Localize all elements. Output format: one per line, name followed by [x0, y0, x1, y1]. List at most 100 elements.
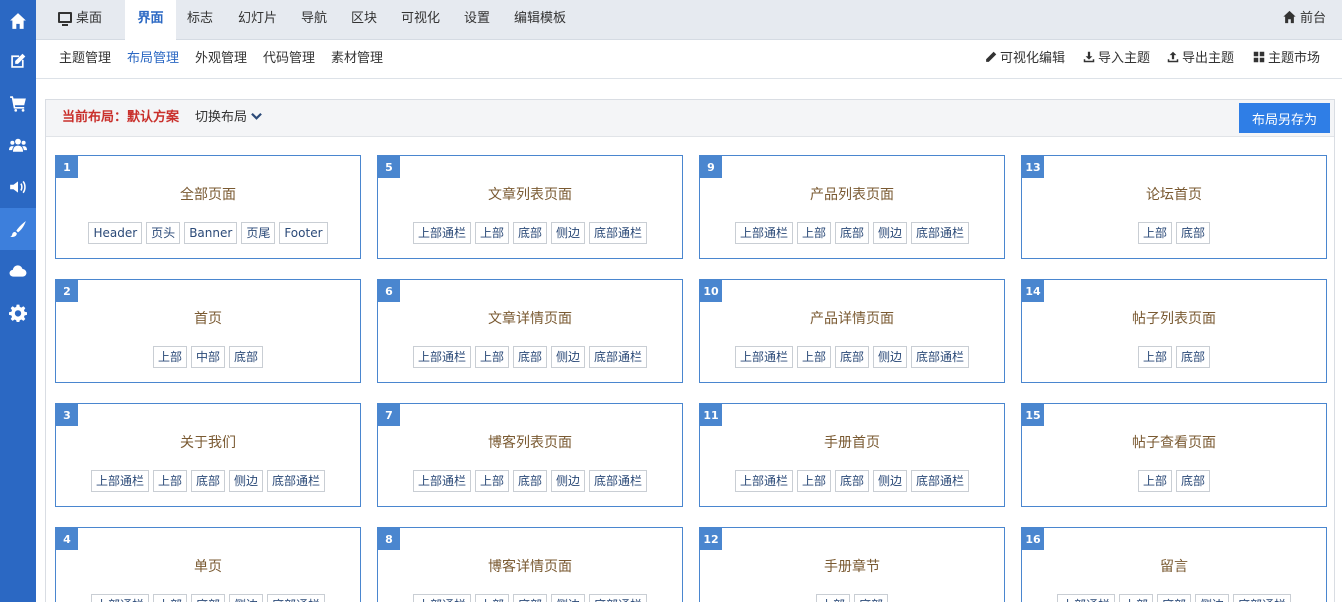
- region-tag[interactable]: 底部: [834, 470, 869, 492]
- region-tag[interactable]: 上部: [796, 346, 831, 368]
- region-tag[interactable]: Header: [88, 222, 143, 244]
- tab-interface[interactable]: 界面: [125, 0, 176, 40]
- tab-slideshow[interactable]: 幻灯片: [238, 0, 277, 40]
- region-tag[interactable]: 上部通栏: [412, 346, 471, 368]
- region-tag[interactable]: 上部: [474, 346, 509, 368]
- region-tag[interactable]: 底部: [1156, 594, 1191, 602]
- layout-card[interactable]: 5 文章列表页面 上部通栏 上部 底部 侧边 底部通栏: [377, 155, 683, 259]
- region-tag[interactable]: 底部: [834, 346, 869, 368]
- region-tag[interactable]: 侧边: [873, 470, 908, 492]
- region-tag[interactable]: 上部: [1137, 346, 1172, 368]
- layout-card[interactable]: 11 手册首页 上部通栏 上部 底部 侧边 底部通栏: [699, 403, 1005, 507]
- layout-card[interactable]: 13 论坛首页 上部 底部: [1021, 155, 1327, 259]
- region-tag[interactable]: 上部: [152, 470, 187, 492]
- region-tag[interactable]: 底部通栏: [1233, 594, 1292, 602]
- layout-card[interactable]: 2 首页 上部 中部 底部: [55, 279, 361, 383]
- region-tag[interactable]: 上部通栏: [90, 594, 149, 602]
- sidebar-item-settings[interactable]: [0, 292, 36, 334]
- region-tag[interactable]: 底部: [512, 222, 547, 244]
- import-theme-button[interactable]: 导入主题: [1083, 40, 1150, 77]
- region-tag[interactable]: 底部: [1176, 470, 1211, 492]
- layout-card[interactable]: 8 博客详情页面上部通栏上部底部侧边底部通栏: [377, 527, 683, 602]
- save-layout-as-button[interactable]: 布局另存为: [1239, 103, 1330, 133]
- tab-edit-template[interactable]: 编辑模板: [514, 0, 566, 40]
- layout-card[interactable]: 6 文章详情页面 上部通栏 上部 底部 侧边 底部通栏: [377, 279, 683, 383]
- region-tag[interactable]: 底部: [1176, 346, 1211, 368]
- region-tag[interactable]: 上部: [1137, 470, 1172, 492]
- region-tag[interactable]: Banner: [184, 222, 238, 244]
- export-theme-button[interactable]: 导出主题: [1167, 40, 1234, 77]
- sidebar-item-members[interactable]: [0, 124, 36, 166]
- region-tag[interactable]: 上部: [1118, 594, 1153, 602]
- region-tag[interactable]: 侧边: [551, 594, 586, 602]
- region-tag[interactable]: 底部通栏: [267, 594, 326, 602]
- sidebar-item-theme[interactable]: [0, 208, 36, 250]
- subnav-theme-manage[interactable]: 主题管理: [59, 40, 111, 77]
- layout-card[interactable]: 15 帖子查看页面 上部 底部: [1021, 403, 1327, 507]
- region-tag[interactable]: 页头: [146, 222, 181, 244]
- region-tag[interactable]: 上部通栏: [734, 222, 793, 244]
- region-tag[interactable]: 底部通栏: [589, 594, 648, 602]
- region-tag[interactable]: 侧边: [873, 346, 908, 368]
- region-tag[interactable]: 上部: [796, 470, 831, 492]
- region-tag[interactable]: 底部通栏: [589, 222, 648, 244]
- region-tag[interactable]: 上部: [152, 346, 187, 368]
- region-tag[interactable]: 底部: [1176, 222, 1211, 244]
- sidebar-item-cloud[interactable]: [0, 250, 36, 292]
- region-tag[interactable]: 底部通栏: [589, 346, 648, 368]
- layout-card[interactable]: 4 单页上部通栏上部底部侧边底部通栏: [55, 527, 361, 602]
- region-tag[interactable]: 侧边: [1195, 594, 1230, 602]
- region-tag[interactable]: 侧边: [229, 470, 264, 492]
- region-tag[interactable]: 底部: [512, 594, 547, 602]
- region-tag[interactable]: 底部通栏: [911, 346, 970, 368]
- sidebar-item-home[interactable]: [0, 0, 36, 42]
- region-tag[interactable]: 上部通栏: [412, 470, 471, 492]
- region-tag[interactable]: 上部通栏: [412, 594, 471, 602]
- layout-card[interactable]: 7 博客列表页面 上部通栏 上部 底部 侧边 底部通栏: [377, 403, 683, 507]
- region-tag[interactable]: 上部通栏: [1056, 594, 1115, 602]
- subnav-appearance-manage[interactable]: 外观管理: [195, 40, 247, 77]
- layout-card[interactable]: 10 产品详情页面 上部通栏 上部 底部 侧边 底部通栏: [699, 279, 1005, 383]
- theme-market-button[interactable]: 主题市场: [1253, 40, 1320, 77]
- region-tag[interactable]: 底部: [190, 470, 225, 492]
- region-tag[interactable]: 上部通栏: [734, 346, 793, 368]
- subnav-asset-manage[interactable]: 素材管理: [331, 40, 383, 77]
- layout-card[interactable]: 1 全部页面 Header 页头 Banner 页尾 Footer: [55, 155, 361, 259]
- region-tag[interactable]: 上部: [152, 594, 187, 602]
- region-tag[interactable]: 底部: [834, 222, 869, 244]
- sidebar-item-content[interactable]: [0, 40, 36, 82]
- region-tag[interactable]: Footer: [279, 222, 328, 244]
- region-tag[interactable]: 侧边: [551, 222, 586, 244]
- layout-card[interactable]: 12 手册章节上部底部: [699, 527, 1005, 602]
- layout-card[interactable]: 16 留言上部通栏上部底部侧边底部通栏: [1021, 527, 1327, 602]
- region-tag[interactable]: 上部: [474, 470, 509, 492]
- region-tag[interactable]: 上部: [474, 222, 509, 244]
- region-tag[interactable]: 底部通栏: [267, 470, 326, 492]
- layout-card[interactable]: 9 产品列表页面 上部通栏 上部 底部 侧边 底部通栏: [699, 155, 1005, 259]
- region-tag[interactable]: 侧边: [551, 470, 586, 492]
- tab-logo[interactable]: 标志: [187, 0, 213, 40]
- region-tag[interactable]: 上部通栏: [90, 470, 149, 492]
- region-tag[interactable]: 侧边: [229, 594, 264, 602]
- region-tag[interactable]: 页尾: [241, 222, 276, 244]
- region-tag[interactable]: 底部通栏: [911, 222, 970, 244]
- region-tag[interactable]: 底部通栏: [911, 470, 970, 492]
- region-tag[interactable]: 上部通栏: [412, 222, 471, 244]
- subnav-layout-manage[interactable]: 布局管理: [127, 40, 179, 77]
- switch-layout-dropdown[interactable]: 切换布局: [195, 100, 262, 135]
- tab-visualization[interactable]: 可视化: [401, 0, 440, 40]
- region-tag[interactable]: 侧边: [873, 222, 908, 244]
- region-tag[interactable]: 底部通栏: [589, 470, 648, 492]
- front-end-link[interactable]: 前台: [1282, 0, 1326, 38]
- region-tag[interactable]: 侧边: [551, 346, 586, 368]
- visual-edit-button[interactable]: 可视化编辑: [985, 40, 1065, 77]
- tab-desktop[interactable]: 桌面: [58, 0, 102, 40]
- region-tag[interactable]: 上部: [474, 594, 509, 602]
- tab-blocks[interactable]: 区块: [351, 0, 377, 40]
- region-tag[interactable]: 底部: [229, 346, 264, 368]
- layout-card[interactable]: 14 帖子列表页面 上部 底部: [1021, 279, 1327, 383]
- tab-settings[interactable]: 设置: [464, 0, 490, 40]
- layout-card[interactable]: 3 关于我们 上部通栏 上部 底部 侧边 底部通栏: [55, 403, 361, 507]
- region-tag[interactable]: 底部: [854, 594, 889, 602]
- subnav-code-manage[interactable]: 代码管理: [263, 40, 315, 77]
